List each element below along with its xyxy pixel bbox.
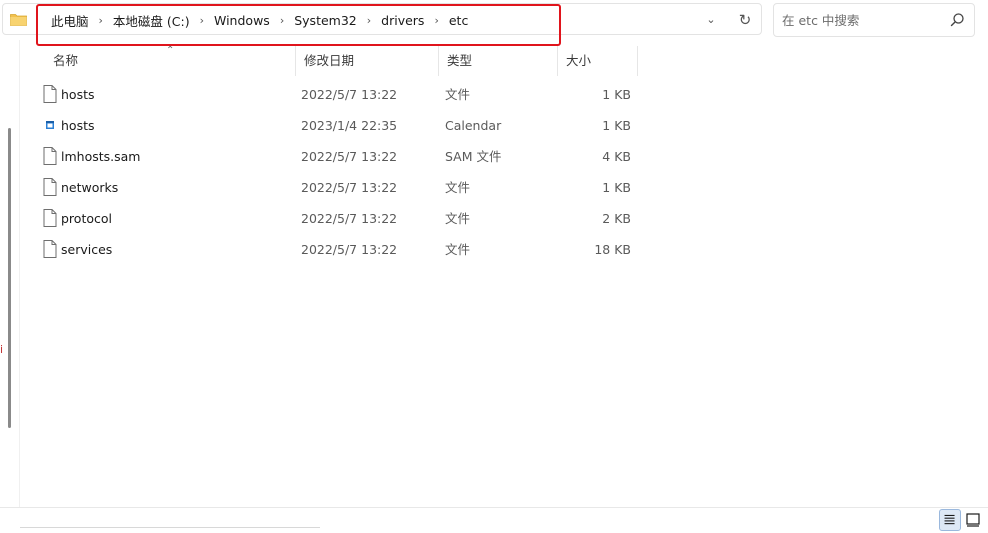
breadcrumb-system32[interactable]: System32 xyxy=(292,13,359,28)
top-bar: 此电脑 › 本地磁盘 (C:) › Windows › System32 › d… xyxy=(0,0,988,46)
file-type: Calendar xyxy=(445,118,502,133)
file-name: services xyxy=(61,242,113,257)
file-icon xyxy=(43,147,57,165)
chevron-right-icon[interactable]: › xyxy=(192,14,212,27)
file-row-lmhosts[interactable]: lmhosts.sam 2022/5/7 13:22 SAM 文件 4 KB xyxy=(22,141,642,172)
file-size: 18 KB xyxy=(594,242,631,257)
file-name: protocol xyxy=(61,211,112,226)
breadcrumb-this-pc[interactable]: 此电脑 xyxy=(49,11,91,30)
file-row-networks[interactable]: networks 2022/5/7 13:22 文件 1 KB xyxy=(22,172,642,203)
breadcrumb: 此电脑 › 本地磁盘 (C:) › Windows › System32 › d… xyxy=(49,4,470,36)
column-header-date[interactable]: 修改日期 xyxy=(296,46,439,76)
file-date: 2023/1/4 22:35 xyxy=(301,118,398,133)
file-row-services[interactable]: services 2022/5/7 13:22 文件 18 KB xyxy=(22,234,642,265)
refresh-icon[interactable]: ↻ xyxy=(736,11,754,29)
status-bar-divider xyxy=(20,527,320,533)
file-icon xyxy=(43,85,57,103)
file-type: 文件 xyxy=(445,242,471,257)
file-type: 文件 xyxy=(445,180,471,195)
file-size: 1 KB xyxy=(602,180,631,195)
file-date: 2022/5/7 13:22 xyxy=(301,180,398,195)
file-size: 1 KB xyxy=(602,87,631,102)
chevron-right-icon[interactable]: › xyxy=(359,14,379,27)
file-date: 2022/5/7 13:22 xyxy=(301,211,398,226)
large-icons-view-icon[interactable] xyxy=(962,509,984,531)
file-name: networks xyxy=(61,180,119,195)
calendar-file-icon xyxy=(46,121,54,129)
file-size: 2 KB xyxy=(602,211,631,226)
folder-icon xyxy=(10,14,27,26)
file-row-hosts-calendar[interactable]: hosts 2023/1/4 22:35 Calendar 1 KB xyxy=(22,110,642,141)
file-date: 2022/5/7 13:22 xyxy=(301,242,398,257)
breadcrumb-etc[interactable]: etc xyxy=(447,13,470,28)
breadcrumb-windows[interactable]: Windows xyxy=(212,13,272,28)
file-name: lmhosts.sam xyxy=(61,149,141,164)
address-bar[interactable]: 此电脑 › 本地磁盘 (C:) › Windows › System32 › d… xyxy=(2,3,762,35)
chevron-down-icon[interactable]: ⌄ xyxy=(703,12,719,28)
file-type: 文件 xyxy=(445,87,471,102)
file-type: 文件 xyxy=(445,211,471,226)
navigation-pane xyxy=(0,40,20,508)
file-name: hosts xyxy=(61,87,95,102)
file-icon xyxy=(43,178,57,196)
file-date: 2022/5/7 13:22 xyxy=(301,87,398,102)
search-box[interactable] xyxy=(773,3,975,37)
sort-ascending-icon: ⌃ xyxy=(166,45,175,56)
chevron-right-icon[interactable]: › xyxy=(426,14,446,27)
chevron-right-icon[interactable]: › xyxy=(91,14,111,27)
file-icon xyxy=(43,240,57,258)
file-row-protocol[interactable]: protocol 2022/5/7 13:22 文件 2 KB xyxy=(22,203,642,234)
column-header-size[interactable]: 大小 xyxy=(558,46,638,76)
nav-pane-marker: i xyxy=(0,343,4,356)
nav-pane-scrollbar[interactable] xyxy=(8,128,11,428)
breadcrumb-local-disk[interactable]: 本地磁盘 (C:) xyxy=(111,11,192,30)
file-name: hosts xyxy=(61,118,95,133)
file-size: 4 KB xyxy=(602,149,631,164)
file-row-hosts[interactable]: hosts 2022/5/7 13:22 文件 1 KB xyxy=(22,79,642,110)
search-input[interactable] xyxy=(782,10,942,30)
column-header-type[interactable]: 类型 xyxy=(439,46,558,76)
file-date: 2022/5/7 13:22 xyxy=(301,149,398,164)
file-icon xyxy=(43,209,57,227)
breadcrumb-drivers[interactable]: drivers xyxy=(379,13,426,28)
file-size: 1 KB xyxy=(602,118,631,133)
details-view-icon[interactable] xyxy=(939,509,961,531)
chevron-right-icon[interactable]: › xyxy=(272,14,292,27)
search-icon[interactable] xyxy=(948,11,966,29)
file-type: SAM 文件 xyxy=(445,149,502,164)
